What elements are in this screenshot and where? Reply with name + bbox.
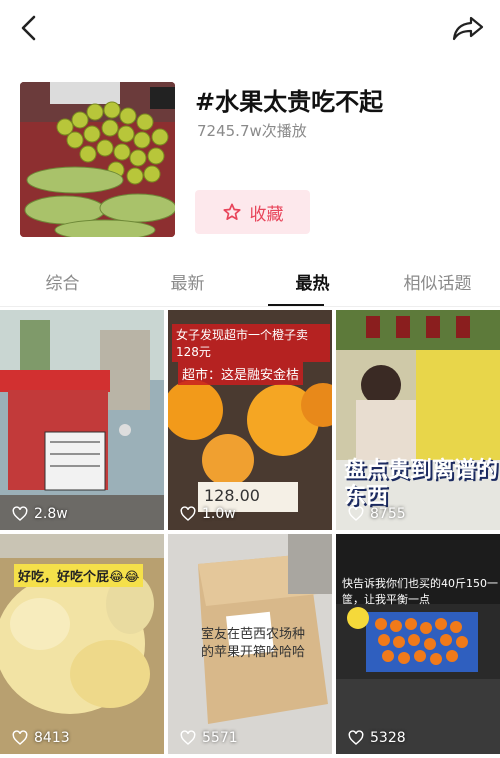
price-tag: 128.00 bbox=[204, 486, 260, 505]
heart-outline-icon bbox=[180, 730, 196, 745]
heart-outline-icon bbox=[12, 506, 28, 521]
share-arrow-icon bbox=[452, 16, 484, 41]
video-card[interactable]: 2.8w bbox=[0, 310, 164, 530]
tab-latest[interactable]: 最新 bbox=[125, 262, 250, 306]
like-count: 2.8w bbox=[12, 506, 68, 522]
heart-outline-icon bbox=[348, 506, 364, 521]
tab-similar-topics[interactable]: 相似话题 bbox=[375, 262, 500, 306]
like-count-text: 8755 bbox=[370, 506, 406, 522]
like-count: 5328 bbox=[348, 730, 406, 746]
tab-bar: 综合 最新 最热 相似话题 bbox=[0, 262, 500, 308]
video-caption: 室友在芭西农场种的苹果开箱哈哈哈 bbox=[200, 627, 305, 660]
like-count: 8413 bbox=[12, 730, 70, 746]
video-card[interactable]: 盘点贵到离谱的东西 8755 bbox=[336, 310, 500, 530]
topic-cover-image bbox=[20, 82, 175, 237]
like-count: 5571 bbox=[180, 730, 238, 746]
video-caption: 女子发现超市一个橙子卖128元 bbox=[172, 324, 330, 362]
video-caption: 盘点贵到离谱的东西 bbox=[344, 458, 499, 509]
video-caption: 快告诉我你们也买的40斤150一筐，让我平衡一点 bbox=[342, 577, 498, 606]
top-bar bbox=[0, 0, 500, 56]
like-count-text: 1.0w bbox=[202, 506, 236, 522]
favorite-label: 收藏 bbox=[249, 204, 284, 225]
like-count-text: 5328 bbox=[370, 730, 406, 746]
video-card[interactable]: 好吃，好吃个屁😂😂 8413 bbox=[0, 534, 164, 754]
heart-outline-icon bbox=[180, 506, 196, 521]
video-thumbnail bbox=[336, 534, 500, 754]
video-card[interactable]: 快告诉我你们也买的40斤150一筐，让我平衡一点 5328 bbox=[336, 534, 500, 754]
like-count-text: 5571 bbox=[202, 730, 238, 746]
tab-comprehensive[interactable]: 综合 bbox=[0, 262, 125, 306]
video-grid: 2.8w 女子发现超市一个橙子卖128元 超市：这是融安金桔 128.00 1.… bbox=[0, 310, 500, 758]
like-count: 1.0w bbox=[180, 506, 236, 522]
heart-outline-icon bbox=[348, 730, 364, 745]
divider bbox=[0, 306, 500, 307]
topic-title: #水果太贵吃不起 bbox=[195, 88, 384, 116]
video-subcaption: 超市：这是融安金桔 bbox=[178, 362, 304, 385]
back-button[interactable] bbox=[14, 12, 46, 44]
star-outline-icon bbox=[222, 203, 241, 220]
video-thumbnail bbox=[0, 310, 164, 530]
tab-hottest[interactable]: 最热 bbox=[250, 262, 375, 306]
video-card[interactable]: 女子发现超市一个橙子卖128元 超市：这是融安金桔 128.00 1.0w bbox=[168, 310, 332, 530]
like-count: 8755 bbox=[348, 506, 406, 522]
chevron-left-icon bbox=[21, 15, 36, 41]
heart-outline-icon bbox=[12, 730, 28, 745]
share-button[interactable] bbox=[450, 12, 486, 44]
like-count-text: 2.8w bbox=[34, 506, 68, 522]
video-card[interactable]: 室友在芭西农场种的苹果开箱哈哈哈 5571 bbox=[168, 534, 332, 754]
like-count-text: 8413 bbox=[34, 730, 70, 746]
topic-play-count: 7245.7w次播放 bbox=[197, 122, 307, 140]
favorite-button[interactable]: 收藏 bbox=[195, 190, 310, 234]
video-caption: 好吃，好吃个屁😂😂 bbox=[14, 564, 144, 587]
